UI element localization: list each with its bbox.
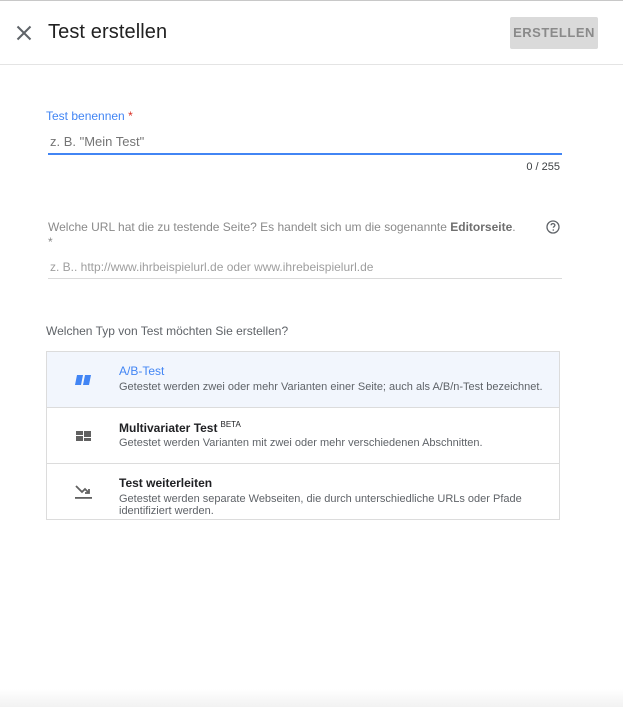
required-marker: *	[128, 109, 133, 123]
bottom-shadow	[0, 689, 623, 707]
test-type-option-multivariate[interactable]: Multivariater Test BETA Getestet werden V…	[47, 407, 559, 463]
create-button[interactable]: ERSTELLEN	[510, 17, 598, 49]
url-question-label: Welche URL hat die zu testende Seite? Es…	[48, 220, 518, 250]
character-counter: 0 / 255	[526, 161, 560, 173]
test-name-label: Test benennen *	[46, 109, 133, 123]
url-question-text: Welche URL hat die zu testende Seite? Es…	[48, 220, 447, 234]
help-icon	[546, 220, 560, 234]
close-button[interactable]	[12, 21, 36, 45]
option-description: Getestet werden separate Webseiten, die …	[119, 493, 522, 517]
editor-url-input[interactable]	[48, 255, 562, 279]
option-title: Multivariater Test BETA	[119, 420, 241, 435]
ab-test-icon	[75, 375, 91, 385]
beta-badge: BETA	[220, 420, 241, 429]
option-title: A/B-Test	[119, 364, 165, 378]
dialog-title: Test erstellen	[48, 21, 168, 43]
option-title-text: Multivariater Test	[119, 421, 218, 435]
test-name-label-text: Test benennen	[46, 109, 125, 123]
editor-page-term: Editorseite	[450, 220, 513, 234]
close-icon	[16, 25, 32, 41]
dialog-header: Test erstellen ERSTELLEN	[0, 1, 623, 65]
multivariate-icon	[76, 431, 91, 441]
option-description: Getestet werden zwei oder mehr Varianten…	[119, 381, 543, 393]
create-test-dialog: Test erstellen ERSTELLEN Test benennen *…	[0, 0, 623, 707]
test-type-question: Welchen Typ von Test möchten Sie erstell…	[46, 324, 289, 338]
test-name-input[interactable]	[48, 129, 562, 155]
option-description: Getestet werden Varianten mit zwei oder …	[119, 437, 483, 449]
test-type-option-redirect[interactable]: Test weiterleiten Getestet werden separa…	[47, 463, 559, 519]
redirect-icon	[75, 485, 92, 499]
help-button[interactable]	[546, 220, 562, 236]
option-title: Test weiterleiten	[119, 476, 213, 490]
test-type-option-ab[interactable]: A/B-Test Getestet werden zwei oder mehr …	[47, 352, 559, 407]
test-type-list: A/B-Test Getestet werden zwei oder mehr …	[46, 351, 560, 520]
